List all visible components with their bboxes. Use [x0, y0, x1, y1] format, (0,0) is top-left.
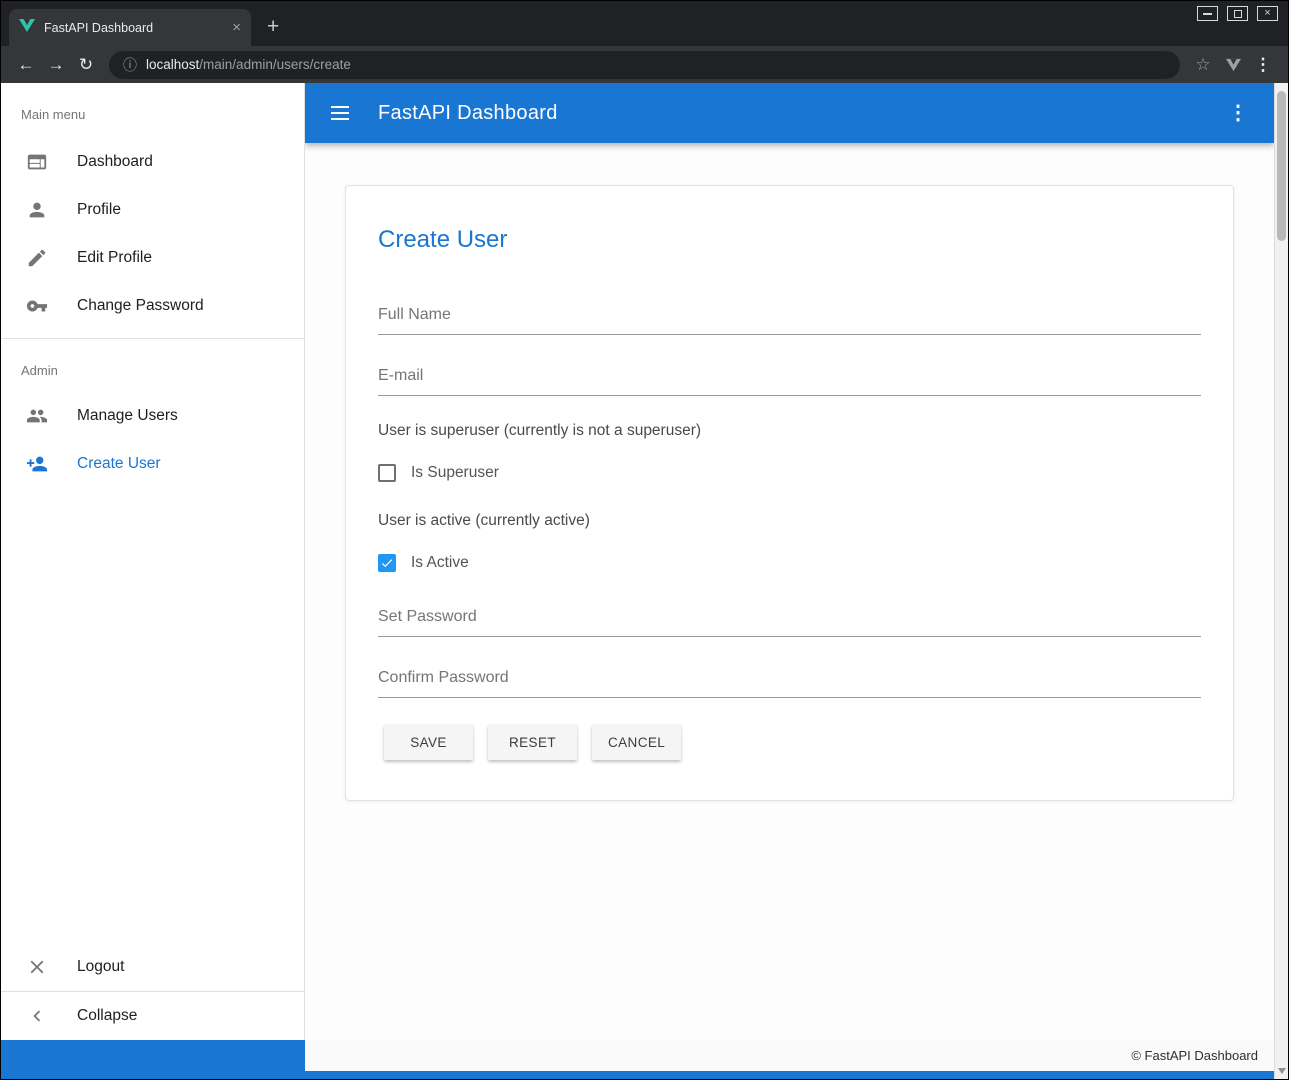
sidebar-item-label: Dashboard [77, 153, 153, 171]
window-controls: × [1197, 6, 1278, 21]
cancel-button[interactable]: CANCEL [592, 724, 681, 760]
tab-close-icon[interactable]: × [232, 20, 241, 35]
pencil-icon [25, 246, 49, 270]
set-password-input[interactable] [378, 602, 1201, 637]
form-actions: SAVE RESET CANCEL [378, 724, 1201, 760]
sidebar-item-label: Create User [77, 455, 161, 473]
appbar-title: FastAPI Dashboard [378, 102, 558, 125]
person-icon [25, 198, 49, 222]
appbar-menu-icon[interactable]: ⋮ [1228, 103, 1248, 123]
checkbox-label: Is Active [411, 554, 469, 572]
sidebar-divider [1, 338, 304, 339]
page-title: Create User [378, 226, 1201, 254]
copyright: © FastAPI Dashboard [305, 1040, 1274, 1071]
check-icon [380, 556, 394, 570]
browser-tab-strip: FastAPI Dashboard × + × [1, 1, 1288, 46]
app-bar: FastAPI Dashboard ⋮ [305, 83, 1274, 143]
dashboard-icon [25, 150, 49, 174]
sidebar-item-label: Change Password [77, 297, 204, 315]
sidebar-spacer [1, 488, 304, 943]
checkbox-label: Is Superuser [411, 464, 499, 482]
url-host: localhost [146, 57, 199, 72]
confirm-password-input[interactable] [378, 663, 1201, 698]
sidebar-item-label: Profile [77, 201, 121, 219]
sidebar-item-label: Edit Profile [77, 249, 152, 267]
superuser-hint: User is superuser (currently is not a su… [378, 422, 1201, 440]
forward-icon[interactable]: → [41, 55, 71, 75]
logout-button[interactable]: Logout [1, 943, 304, 991]
close-x-icon [25, 955, 49, 979]
browser-window: FastAPI Dashboard × + × ← → ↻ ⓘ localhos… [0, 0, 1289, 1080]
sidebar-item-profile[interactable]: Profile [1, 186, 304, 234]
checkbox-box[interactable] [378, 554, 396, 572]
email-input[interactable] [378, 361, 1201, 396]
back-icon[interactable]: ← [11, 55, 41, 75]
scrollbar-thumb[interactable] [1277, 91, 1286, 241]
sidebar-item-create-user[interactable]: Create User [1, 440, 304, 488]
tab-title: FastAPI Dashboard [44, 21, 223, 35]
window-maximize-button[interactable] [1227, 6, 1248, 21]
browser-toolbar: ← → ↻ ⓘ localhost/main/admin/users/creat… [1, 46, 1288, 83]
save-button[interactable]: SAVE [384, 724, 473, 760]
create-user-card: Create User User is superuser (currently… [345, 185, 1234, 801]
sidebar-section-main-menu: Main menu [1, 83, 304, 138]
people-icon [25, 404, 49, 428]
is-superuser-checkbox[interactable]: Is Superuser [378, 464, 1201, 482]
sidebar-item-label: Manage Users [77, 407, 178, 425]
chevron-left-icon [25, 1004, 49, 1028]
vuetify-favicon-icon [19, 18, 35, 38]
sidebar-item-change-password[interactable]: Change Password [1, 282, 304, 330]
minimize-icon [1203, 13, 1212, 15]
sidebar-item-manage-users[interactable]: Manage Users [1, 392, 304, 440]
page-scrollbar[interactable] [1274, 83, 1288, 1079]
site-info-icon[interactable]: ⓘ [123, 55, 137, 75]
sidebar-section-admin: Admin [1, 347, 304, 392]
person-add-icon [25, 452, 49, 476]
url-path: /main/admin/users/create [199, 57, 351, 72]
is-active-checkbox[interactable]: Is Active [378, 554, 1201, 572]
hamburger-menu-icon[interactable] [331, 102, 349, 124]
sidebar-item-dashboard[interactable]: Dashboard [1, 138, 304, 186]
new-tab-button[interactable]: + [267, 16, 279, 37]
reload-icon[interactable]: ↻ [71, 55, 101, 75]
checkbox-box[interactable] [378, 464, 396, 482]
active-hint: User is active (currently active) [378, 512, 1201, 530]
collapse-button[interactable]: Collapse [1, 992, 304, 1040]
sidebar-item-label: Logout [77, 958, 124, 976]
browser-menu-icon[interactable]: ⋮ [1248, 55, 1278, 75]
scrollbar-down-arrow[interactable] [1278, 1068, 1286, 1074]
address-bar[interactable]: ⓘ localhost/main/admin/users/create [109, 51, 1180, 79]
key-icon [25, 294, 49, 318]
browser-tab[interactable]: FastAPI Dashboard × [9, 9, 251, 46]
window-close-button[interactable]: × [1257, 6, 1278, 21]
page: Main menu Dashboard Profile Edit Profile [1, 83, 1288, 1079]
reset-button[interactable]: RESET [488, 724, 577, 760]
close-icon: × [1264, 8, 1270, 19]
bookmark-star-icon[interactable]: ☆ [1188, 55, 1218, 75]
full-name-input[interactable] [378, 300, 1201, 335]
sidebar: Main menu Dashboard Profile Edit Profile [1, 83, 305, 1040]
sidebar-item-edit-profile[interactable]: Edit Profile [1, 234, 304, 282]
vue-devtools-extension-icon[interactable] [1218, 58, 1248, 72]
content: Create User User is superuser (currently… [305, 143, 1274, 1040]
window-minimize-button[interactable] [1197, 6, 1218, 21]
maximize-icon [1234, 10, 1242, 18]
sidebar-item-label: Collapse [77, 1007, 137, 1025]
app-footer: © FastAPI Dashboard [1, 1040, 1274, 1079]
main-area: FastAPI Dashboard ⋮ Create User User is … [305, 83, 1274, 1040]
